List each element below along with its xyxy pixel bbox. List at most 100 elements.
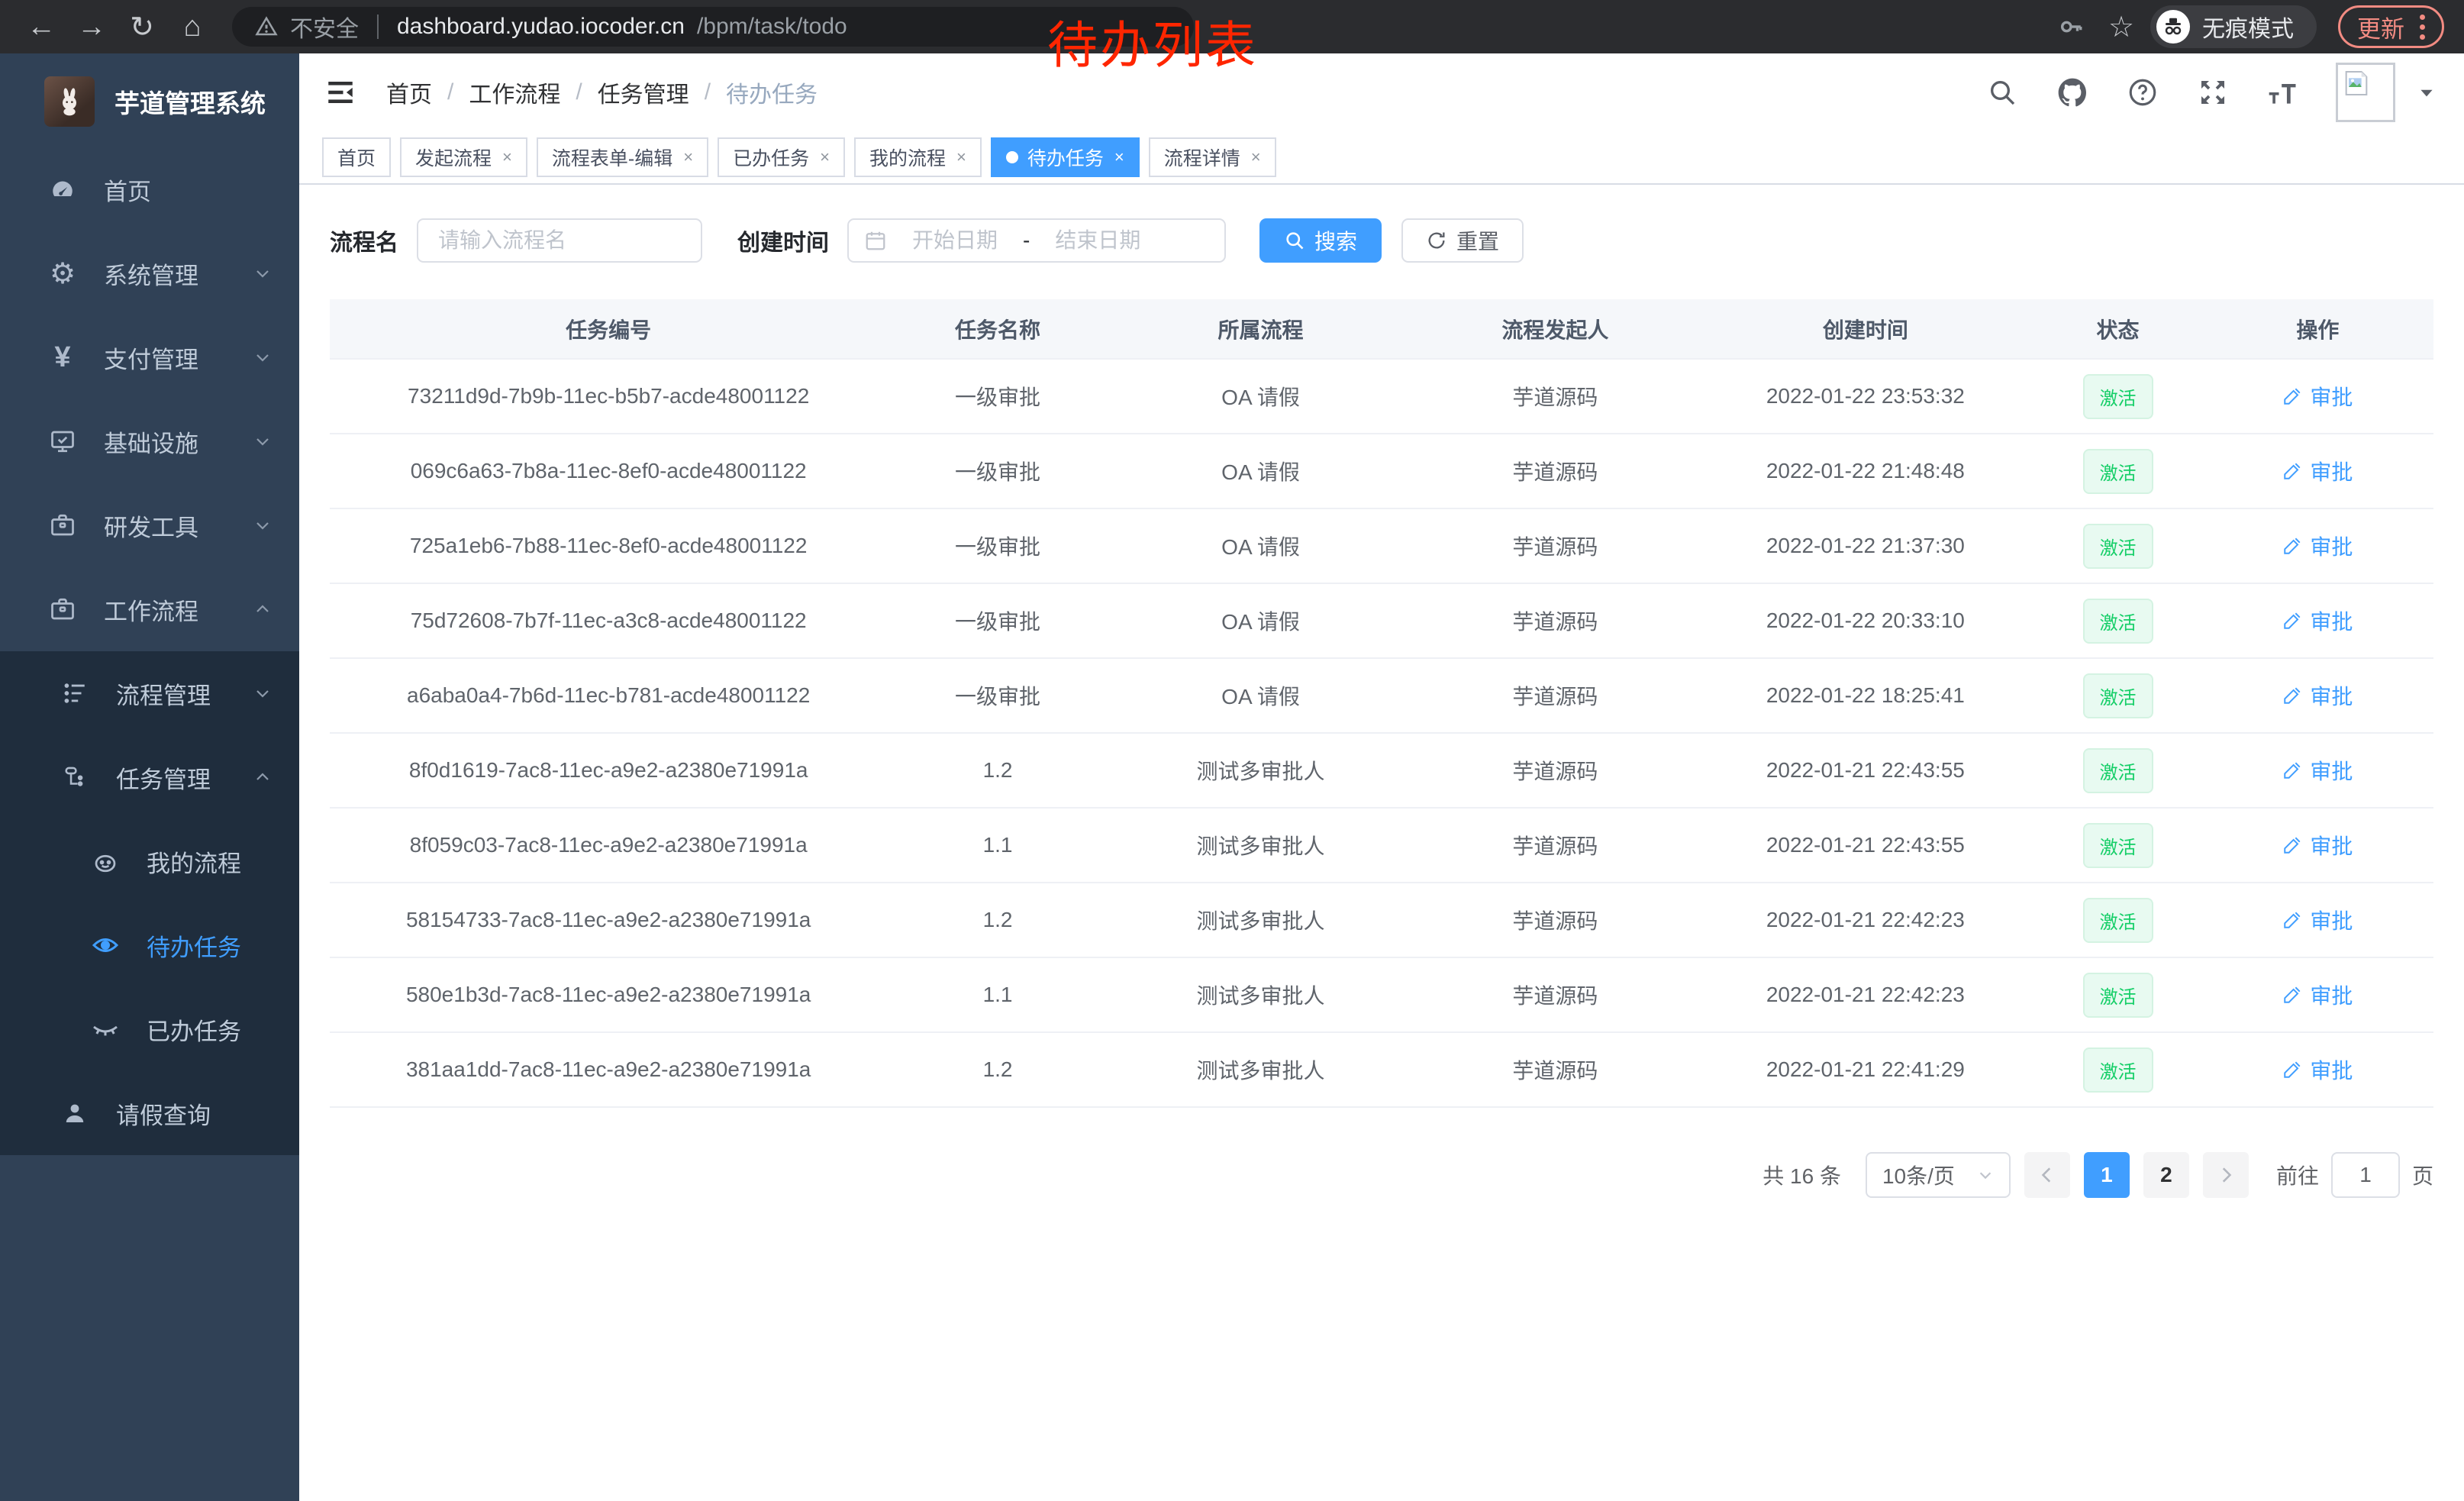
approve-button[interactable]: 审批 <box>2282 980 2353 1010</box>
status-badge: 激活 <box>2083 898 2153 943</box>
cell-task-name: 一级审批 <box>887 434 1108 508</box>
sidebar-item-workflow[interactable]: 工作流程 <box>0 567 299 651</box>
approve-button[interactable]: 审批 <box>2282 1054 2353 1085</box>
sidebar-item-my-process[interactable]: 我的流程 <box>0 819 299 903</box>
tab-start-process[interactable]: 发起流程 × <box>400 137 527 177</box>
bookmark-star-icon[interactable]: ☆ <box>2100 5 2143 48</box>
reset-button[interactable]: 重置 <box>1401 218 1524 263</box>
close-icon[interactable]: × <box>956 147 966 167</box>
cell-initiator: 芋道源码 <box>1413 883 1697 957</box>
sidebar-collapse-icon[interactable] <box>322 74 359 111</box>
goto-page-input[interactable] <box>2331 1152 2400 1198</box>
key-icon[interactable] <box>2050 5 2092 48</box>
approve-button[interactable]: 审批 <box>2282 905 2353 935</box>
update-label[interactable]: 更新 <box>2357 10 2404 44</box>
sidebar-item-process-mgmt[interactable]: 流程管理 <box>0 651 299 735</box>
briefcase-icon <box>47 594 78 625</box>
approve-button[interactable]: 审批 <box>2282 830 2353 860</box>
cell-process: 测试多审批人 <box>1108 883 1414 957</box>
cell-process: 测试多审批人 <box>1108 957 1414 1032</box>
avatar-caret-icon[interactable] <box>2417 82 2437 102</box>
cell-task-name: 一级审批 <box>887 658 1108 733</box>
close-icon[interactable]: × <box>1114 147 1124 167</box>
cell-process: 测试多审批人 <box>1108 1032 1414 1107</box>
browser-home-icon[interactable]: ⌂ <box>171 5 214 48</box>
url-host: dashboard.yudao.iocoder.cn <box>397 14 685 40</box>
page-button-2[interactable]: 2 <box>2143 1152 2189 1198</box>
sidebar-item-home[interactable]: 首页 <box>0 147 299 231</box>
search-button[interactable]: 搜索 <box>1259 218 1382 263</box>
security-label[interactable]: 不安全 <box>290 10 359 44</box>
date-range-picker[interactable]: - <box>847 218 1226 263</box>
gear-icon: ⚙ <box>47 258 78 289</box>
sidebar-item-infrastructure[interactable]: 基础设施 <box>0 399 299 483</box>
approve-button[interactable]: 审批 <box>2282 755 2353 786</box>
page-button-1[interactable]: 1 <box>2084 1152 2130 1198</box>
start-date-input[interactable] <box>898 228 1012 253</box>
tab-done-tasks[interactable]: 已办任务 × <box>718 137 845 177</box>
approve-button[interactable]: 审批 <box>2282 605 2353 636</box>
col-create-time: 创建时间 <box>1697 299 2033 359</box>
browser-forward-icon[interactable]: → <box>70 5 113 48</box>
prev-page-button[interactable] <box>2024 1152 2070 1198</box>
cell-task-id: 725a1eb6-7b88-11ec-8ef0-acde48001122 <box>330 508 887 583</box>
sidebar-item-leave-query[interactable]: 请假查询 <box>0 1071 299 1155</box>
sidebar-item-label: 工作流程 <box>104 592 198 627</box>
sidebar-item-todo-tasks[interactable]: 待办任务 <box>0 903 299 987</box>
page-size-select[interactable]: 10条/页 <box>1866 1152 2011 1198</box>
process-name-input[interactable] <box>417 218 702 263</box>
search-icon[interactable] <box>1985 75 2020 110</box>
monitor-icon <box>47 426 78 457</box>
sidebar-logo-row[interactable]: 芋道管理系统 <box>0 66 299 137</box>
sidebar-item-payment[interactable]: ¥ 支付管理 <box>0 315 299 399</box>
close-icon[interactable]: × <box>820 147 830 167</box>
table-row: 8f0d1619-7ac8-11ec-a9e2-a2380e71991a 1.2… <box>330 733 2433 808</box>
status-badge: 激活 <box>2083 374 2153 419</box>
close-icon[interactable]: × <box>502 147 512 167</box>
user-avatar[interactable] <box>2336 63 2395 122</box>
breadcrumb-home[interactable]: 首页 <box>386 76 432 109</box>
breadcrumb-task-mgmt[interactable]: 任务管理 <box>598 76 689 109</box>
sidebar-item-label: 支付管理 <box>104 341 198 375</box>
browser-menu-icon[interactable] <box>2420 15 2425 40</box>
breadcrumb: 首页 / 工作流程 / 任务管理 / 待办任务 <box>386 76 818 109</box>
browser-back-icon[interactable]: ← <box>20 5 63 48</box>
fullscreen-icon[interactable] <box>2195 75 2230 110</box>
github-icon[interactable] <box>2055 75 2090 110</box>
date-range-separator: - <box>1023 228 1030 253</box>
sidebar-item-dev-tools[interactable]: 研发工具 <box>0 483 299 567</box>
approve-button[interactable]: 审批 <box>2282 381 2353 412</box>
sidebar-item-label: 流程管理 <box>116 676 211 711</box>
close-icon[interactable]: × <box>1251 147 1261 167</box>
tab-my-process[interactable]: 我的流程 × <box>854 137 982 177</box>
tab-home[interactable]: 首页 <box>322 137 391 177</box>
approve-button[interactable]: 审批 <box>2282 456 2353 486</box>
end-date-input[interactable] <box>1040 228 1155 253</box>
dashboard-icon <box>47 174 78 205</box>
sidebar-item-done-tasks[interactable]: 已办任务 <box>0 987 299 1071</box>
font-size-icon[interactable] <box>2266 75 2301 110</box>
approve-button[interactable]: 审批 <box>2282 531 2353 561</box>
tab-process-detail[interactable]: 流程详情 × <box>1149 137 1276 177</box>
cell-initiator: 芋道源码 <box>1413 658 1697 733</box>
approve-button[interactable]: 审批 <box>2282 680 2353 711</box>
tab-todo-tasks[interactable]: 待办任务 × <box>991 137 1140 177</box>
browser-reload-icon[interactable]: ↻ <box>121 5 163 48</box>
cell-task-name: 1.1 <box>887 808 1108 883</box>
cell-task-id: 580e1b3d-7ac8-11ec-a9e2-a2380e71991a <box>330 957 887 1032</box>
page-unit-label: 页 <box>2412 1160 2433 1190</box>
cell-task-name: 一级审批 <box>887 359 1108 434</box>
calendar-icon <box>864 229 887 252</box>
cell-initiator: 芋道源码 <box>1413 583 1697 658</box>
cell-process: 测试多审批人 <box>1108 808 1414 883</box>
tab-process-form-edit[interactable]: 流程表单-编辑 × <box>537 137 708 177</box>
breadcrumb-workflow[interactable]: 工作流程 <box>469 76 560 109</box>
next-page-button[interactable] <box>2203 1152 2249 1198</box>
sidebar-item-label: 基础设施 <box>104 424 198 459</box>
sidebar-item-system[interactable]: ⚙ 系统管理 <box>0 231 299 315</box>
close-icon[interactable]: × <box>683 147 693 167</box>
browser-update-button[interactable]: 更新 <box>2338 5 2444 48</box>
status-badge: 激活 <box>2083 599 2153 644</box>
help-icon[interactable] <box>2125 75 2160 110</box>
sidebar-item-task-mgmt[interactable]: 任务管理 <box>0 735 299 819</box>
